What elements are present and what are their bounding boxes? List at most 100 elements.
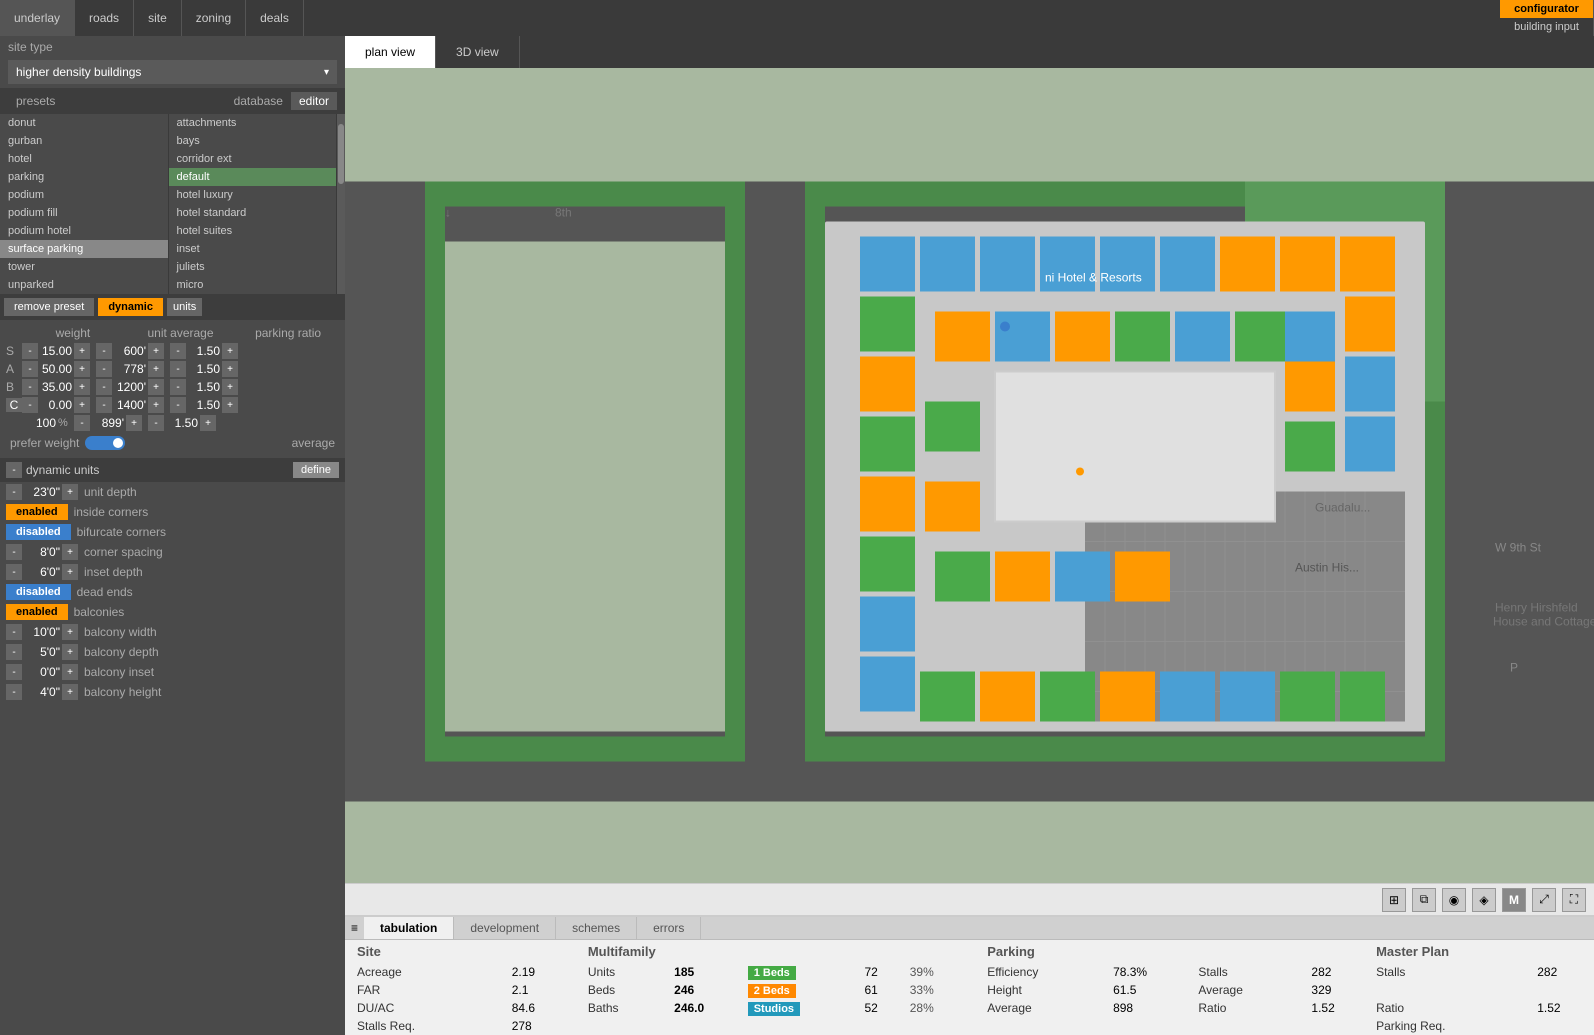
units-dropdown-button[interactable]: units <box>167 298 202 316</box>
preset-hotel-standard[interactable]: hotel standard <box>169 204 337 222</box>
b-weight-minus[interactable]: - <box>22 379 38 395</box>
resize-icon[interactable]: ⤢ <box>1532 888 1556 912</box>
nav-building-input[interactable]: building input <box>1500 18 1594 36</box>
inset-depth-plus[interactable]: + <box>62 564 78 580</box>
layers-icon[interactable]: ⧉ <box>1412 888 1436 912</box>
tab-database[interactable]: database <box>226 92 291 110</box>
m-icon[interactable]: M <box>1502 888 1526 912</box>
preset-hotel-luxury[interactable]: hotel luxury <box>169 186 337 204</box>
c-weight-minus[interactable]: - <box>22 397 38 413</box>
c-weight-plus[interactable]: + <box>74 397 90 413</box>
b-weight-plus[interactable]: + <box>74 379 90 395</box>
dynamic-button[interactable]: dynamic <box>98 298 163 316</box>
a-avg-minus[interactable]: - <box>96 361 112 377</box>
balcony-height-minus[interactable]: - <box>6 684 22 700</box>
tab-schemes[interactable]: schemes <box>556 917 637 939</box>
a-weight-minus[interactable]: - <box>22 361 38 377</box>
b-park-plus[interactable]: + <box>222 379 238 395</box>
total-park-plus[interactable]: + <box>200 415 216 431</box>
total-avg-plus[interactable]: + <box>126 415 142 431</box>
balcony-depth-minus[interactable]: - <box>6 644 22 660</box>
b-park-minus[interactable]: - <box>170 379 186 395</box>
inside-corners-toggle[interactable]: enabled <box>6 504 68 520</box>
preset-hotel-suites[interactable]: hotel suites <box>169 222 337 240</box>
s-avg-minus[interactable]: - <box>96 343 112 359</box>
preset-podium[interactable]: podium <box>0 186 168 204</box>
preset-podium-hotel[interactable]: podium hotel <box>0 222 168 240</box>
preset-corridor-ext[interactable]: corridor ext <box>169 150 337 168</box>
define-button[interactable]: define <box>293 462 339 478</box>
a-weight-plus[interactable]: + <box>74 361 90 377</box>
preset-inset[interactable]: inset <box>169 240 337 258</box>
corner-spacing-minus[interactable]: - <box>6 544 22 560</box>
s-weight-plus[interactable]: + <box>74 343 90 359</box>
preset-unparked[interactable]: unparked <box>0 276 168 294</box>
preset-default[interactable]: default <box>169 168 337 186</box>
scrollbar[interactable] <box>337 114 345 294</box>
nav-configurator[interactable]: configurator <box>1500 0 1594 18</box>
s-park-minus[interactable]: - <box>170 343 186 359</box>
dead-ends-toggle[interactable]: disabled <box>6 584 71 600</box>
bifurcate-corners-toggle[interactable]: disabled <box>6 524 71 540</box>
tab-tabulation[interactable]: tabulation <box>364 917 454 939</box>
c-avg-minus[interactable]: - <box>96 397 112 413</box>
tab-3d-view[interactable]: 3D view <box>436 36 520 68</box>
preset-parking[interactable]: parking <box>0 168 168 186</box>
fullscreen-icon[interactable]: ⛶ <box>1562 888 1586 912</box>
preset-surface-parking[interactable]: surface parking <box>0 240 168 258</box>
s-avg-plus[interactable]: + <box>148 343 164 359</box>
balcony-height-plus[interactable]: + <box>62 684 78 700</box>
balconies-toggle[interactable]: enabled <box>6 604 68 620</box>
map-viewport[interactable]: ni Hotel & Resorts Guadalu... W 9th St A… <box>345 68 1594 915</box>
c-park-plus[interactable]: + <box>222 397 238 413</box>
balcony-inset-plus[interactable]: + <box>62 664 78 680</box>
balcony-inset-minus[interactable]: - <box>6 664 22 680</box>
nav-deals[interactable]: deals <box>246 0 304 36</box>
prefer-weight-toggle[interactable] <box>85 436 125 450</box>
location-icon[interactable]: ◈ <box>1472 888 1496 912</box>
tab-plan-view[interactable]: plan view <box>345 36 436 68</box>
preset-micro[interactable]: micro <box>169 276 337 294</box>
a-park-plus[interactable]: + <box>222 361 238 377</box>
corner-spacing-plus[interactable]: + <box>62 544 78 560</box>
balcony-width-minus[interactable]: - <box>6 624 22 640</box>
grid-icon[interactable]: ⊞ <box>1382 888 1406 912</box>
a-avg-plus[interactable]: + <box>148 361 164 377</box>
preset-attachments[interactable]: attachments <box>169 114 337 132</box>
balcony-width-plus[interactable]: + <box>62 624 78 640</box>
nav-roads[interactable]: roads <box>75 0 134 36</box>
c-avg-plus[interactable]: + <box>148 397 164 413</box>
c-park-minus[interactable]: - <box>170 397 186 413</box>
collapse-dynamic-button[interactable]: - <box>6 462 22 478</box>
tab-editor[interactable]: editor <box>291 92 337 110</box>
total-avg-minus[interactable]: - <box>74 415 90 431</box>
preset-hotel[interactable]: hotel <box>0 150 168 168</box>
s-park-plus[interactable]: + <box>222 343 238 359</box>
nav-zoning[interactable]: zoning <box>182 0 246 36</box>
nav-site[interactable]: site <box>134 0 182 36</box>
preset-tower[interactable]: tower <box>0 258 168 276</box>
globe-icon[interactable]: ◉ <box>1442 888 1466 912</box>
total-park-minus[interactable]: - <box>148 415 164 431</box>
b-avg-plus[interactable]: + <box>148 379 164 395</box>
inset-depth-minus[interactable]: - <box>6 564 22 580</box>
unit-depth-minus[interactable]: - <box>6 484 22 500</box>
preset-podium-fill[interactable]: podium fill <box>0 204 168 222</box>
site-type-dropdown[interactable]: higher density buildings ▾ <box>0 58 345 88</box>
remove-preset-button[interactable]: remove preset <box>4 298 94 316</box>
s-weight-minus[interactable]: - <box>22 343 38 359</box>
unit-depth-plus[interactable]: + <box>62 484 78 500</box>
a-park-minus[interactable]: - <box>170 361 186 377</box>
svg-text:ni Hotel & Resorts: ni Hotel & Resorts <box>1045 271 1142 285</box>
nav-underlay[interactable]: underlay <box>0 0 75 36</box>
balcony-depth-plus[interactable]: + <box>62 644 78 660</box>
preset-bays[interactable]: bays <box>169 132 337 150</box>
a-park-value: 1.50 <box>186 362 222 376</box>
b-avg-minus[interactable]: - <box>96 379 112 395</box>
tab-errors[interactable]: errors <box>637 917 701 939</box>
preset-juliets[interactable]: juliets <box>169 258 337 276</box>
preset-gurban[interactable]: gurban <box>0 132 168 150</box>
bottom-tab-icon[interactable]: ≡ <box>345 917 364 939</box>
preset-donut[interactable]: donut <box>0 114 168 132</box>
tab-development[interactable]: development <box>454 917 556 939</box>
